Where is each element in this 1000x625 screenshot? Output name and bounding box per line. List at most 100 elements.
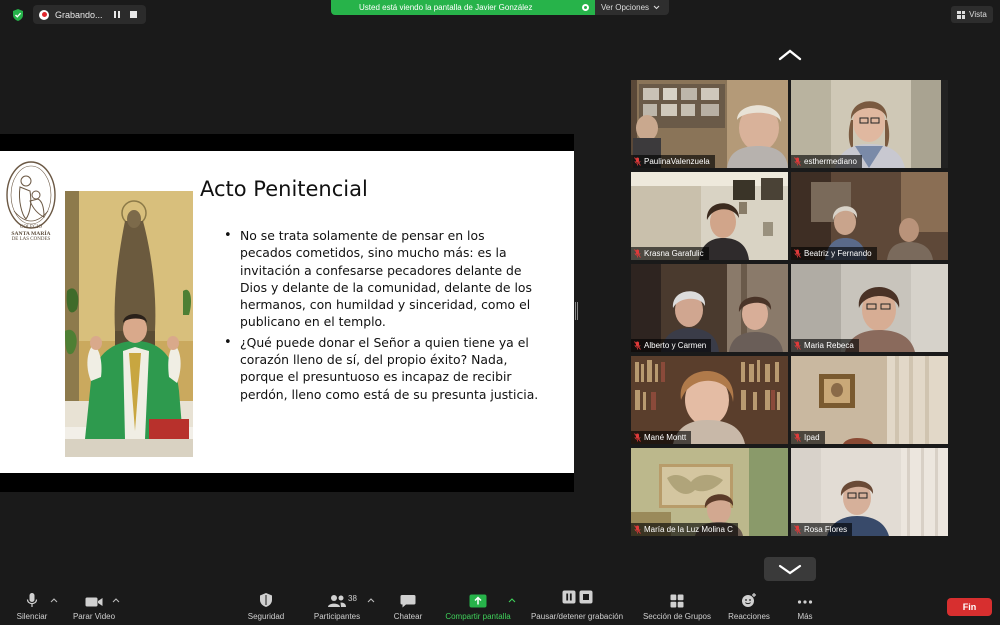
muted-mic-icon bbox=[634, 157, 641, 166]
chevron-down-icon bbox=[778, 564, 802, 575]
more-dots-icon bbox=[797, 600, 813, 604]
view-options-label: Ver Opciones bbox=[601, 3, 650, 12]
participant-video-tile[interactable]: Krasna Garafulic bbox=[631, 172, 788, 260]
pause-recording-icon[interactable] bbox=[113, 11, 120, 18]
zoom-meeting-window: Grabando... Usted está viendo la pantall… bbox=[0, 0, 1000, 625]
record-label: Pausar/detener grabación bbox=[530, 612, 624, 621]
security-shield-icon[interactable] bbox=[11, 8, 25, 22]
muted-mic-icon bbox=[634, 433, 641, 442]
share-options-chevron-icon[interactable] bbox=[508, 597, 516, 603]
shared-screen: COLEGIO SANTA MARÍA DE LAS CONDES Acto P… bbox=[0, 134, 574, 492]
participant-name-label: Rosa Flores bbox=[791, 523, 853, 536]
security-label: Seguridad bbox=[247, 612, 285, 621]
participant-name-label: esthermediano bbox=[791, 155, 862, 168]
video-options-chevron-icon[interactable] bbox=[112, 597, 120, 603]
view-options-dropdown[interactable]: Ver Opciones bbox=[595, 0, 669, 15]
end-meeting-button[interactable]: Fin bbox=[947, 598, 992, 616]
chevron-down-icon bbox=[653, 5, 660, 10]
mute-button[interactable]: Silenciar bbox=[10, 588, 54, 625]
participant-name: Mané Montt bbox=[644, 433, 687, 442]
muted-mic-icon bbox=[794, 525, 801, 534]
muted-mic-icon bbox=[634, 341, 641, 350]
reactions-label: Reacciones bbox=[728, 612, 770, 621]
participant-video-tile[interactable]: Beatriz y Fernando bbox=[791, 172, 948, 260]
school-logo-text: COLEGIO SANTA MARÍA DE LAS CONDES bbox=[4, 225, 58, 242]
pause-stop-recording-button[interactable]: Pausar/detener grabación bbox=[524, 588, 630, 625]
slide-bullets: No se trata solamente de pensar en los p… bbox=[222, 227, 540, 406]
recording-label: Grabando... bbox=[55, 9, 103, 20]
stop-video-button[interactable]: Parar Video bbox=[66, 588, 122, 625]
participants-button[interactable]: Participantes bbox=[308, 588, 366, 625]
logo-text-line: SANTA MARÍA bbox=[11, 230, 51, 237]
share-banner-text: Usted está viendo la pantalla de Javier … bbox=[359, 3, 533, 12]
participant-name-label: PaulinaValenzuela bbox=[631, 155, 715, 168]
participant-name-label: Maria Rebeca bbox=[791, 339, 859, 352]
participant-name-label: Ipad bbox=[791, 431, 825, 444]
stop-icon bbox=[579, 590, 592, 604]
gallery-next-page-button[interactable] bbox=[764, 557, 816, 581]
participant-name-label: María de la Luz Molina C bbox=[631, 523, 738, 536]
participant-name: PaulinaValenzuela bbox=[644, 157, 710, 166]
gallery-previous-page-icon[interactable] bbox=[776, 48, 804, 62]
grid-view-icon bbox=[957, 10, 966, 19]
participant-name: Ipad bbox=[804, 433, 820, 442]
more-label: Más bbox=[797, 612, 813, 621]
slide-title: Acto Penitencial bbox=[200, 177, 368, 201]
participant-name: Alberto y Carmen bbox=[644, 341, 707, 350]
breakout-label: Sección de Grupos bbox=[642, 612, 712, 621]
view-button-label: Vista bbox=[969, 10, 987, 19]
chat-button[interactable]: Chatear bbox=[386, 588, 430, 625]
participants-options-chevron-icon[interactable] bbox=[367, 597, 375, 603]
share-screen-icon bbox=[469, 594, 487, 608]
breakout-rooms-icon bbox=[670, 594, 684, 608]
microphone-icon bbox=[26, 593, 38, 607]
audio-options-chevron-icon[interactable] bbox=[50, 597, 58, 603]
recording-indicator: Grabando... bbox=[33, 5, 146, 24]
reactions-button[interactable]: Reacciones bbox=[724, 588, 774, 625]
participants-label: Participantes bbox=[313, 612, 361, 621]
participants-count: 38 bbox=[348, 594, 357, 603]
participant-video-tile[interactable]: Ipad bbox=[791, 356, 948, 444]
security-button[interactable]: Seguridad bbox=[243, 588, 289, 625]
video-label: Parar Video bbox=[72, 612, 116, 621]
share-label: Compartir pantalla bbox=[445, 612, 511, 621]
participant-name: María de la Luz Molina C bbox=[644, 525, 733, 534]
breakout-rooms-button[interactable]: Sección de Grupos bbox=[638, 588, 716, 625]
participant-video-tile[interactable]: Rosa Flores bbox=[791, 448, 948, 536]
chat-label: Chatear bbox=[393, 612, 423, 621]
altar-photo bbox=[65, 191, 193, 457]
participant-video-tile[interactable]: Maria Rebeca bbox=[791, 264, 948, 352]
participant-name-label: Beatriz y Fernando bbox=[791, 247, 877, 260]
more-button[interactable]: Más bbox=[788, 588, 822, 625]
pause-icon bbox=[562, 590, 575, 604]
participants-icon bbox=[328, 595, 346, 607]
stop-recording-icon[interactable] bbox=[129, 11, 137, 18]
security-shield-icon bbox=[260, 593, 272, 607]
share-screen-button[interactable]: Compartir pantalla bbox=[440, 588, 516, 625]
logo-text-line: DE LAS CONDES bbox=[11, 236, 51, 242]
muted-mic-icon bbox=[794, 433, 801, 442]
split-view-resize-handle[interactable] bbox=[574, 302, 578, 320]
video-camera-icon bbox=[85, 597, 103, 607]
participant-video-tile[interactable]: Alberto y Carmen bbox=[631, 264, 788, 352]
muted-mic-icon bbox=[794, 157, 801, 166]
smiley-plus-icon bbox=[742, 593, 756, 607]
participant-video-tile[interactable]: esthermediano bbox=[791, 80, 948, 168]
participant-name: esthermediano bbox=[804, 157, 857, 166]
meeting-controls-toolbar: Silenciar Parar Video Seguridad Particip… bbox=[0, 588, 1000, 625]
recording-dot-icon bbox=[39, 9, 49, 20]
slide-bullet: No se trata solamente de pensar en los p… bbox=[222, 227, 540, 331]
view-layout-button[interactable]: Vista bbox=[951, 6, 993, 23]
participant-video-tile[interactable]: PaulinaValenzuela bbox=[631, 80, 788, 168]
muted-mic-icon bbox=[794, 249, 801, 258]
muted-mic-icon bbox=[634, 249, 641, 258]
participant-name: Maria Rebeca bbox=[804, 341, 854, 350]
muted-mic-icon bbox=[794, 341, 801, 350]
mute-label: Silenciar bbox=[16, 612, 48, 621]
participant-video-tile[interactable]: Mané Montt bbox=[631, 356, 788, 444]
presentation-slide: COLEGIO SANTA MARÍA DE LAS CONDES Acto P… bbox=[0, 151, 574, 473]
participant-name: Beatriz y Fernando bbox=[804, 249, 872, 258]
share-status-icon bbox=[582, 4, 589, 11]
participant-video-tile[interactable]: María de la Luz Molina C bbox=[631, 448, 788, 536]
screen-share-banner: Usted está viendo la pantalla de Javier … bbox=[331, 0, 595, 15]
